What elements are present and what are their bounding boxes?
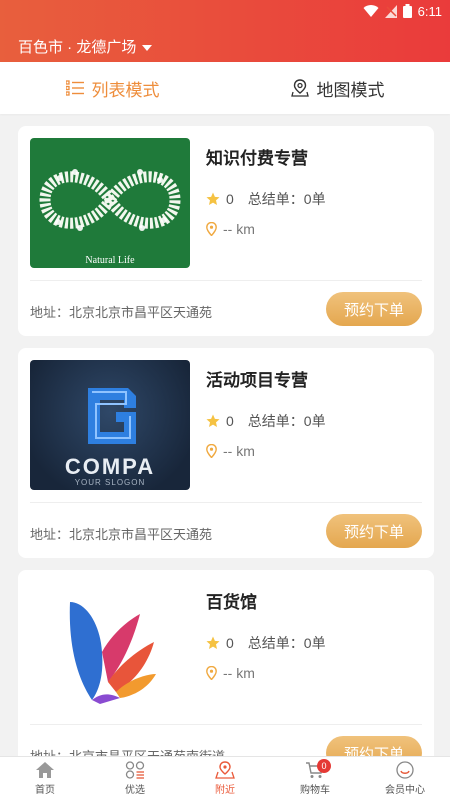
orders-label: 总结单： bbox=[247, 413, 304, 429]
store-rating: 0 bbox=[226, 635, 234, 651]
tab-map-mode[interactable]: 地图模式 bbox=[225, 62, 450, 114]
home-icon bbox=[36, 762, 54, 778]
tab-map-mode-label: 地图模式 bbox=[316, 80, 385, 100]
orders-count: 0单 bbox=[303, 413, 326, 429]
grid-icon bbox=[125, 761, 145, 779]
nav-item-member[interactable]: 会员中心 bbox=[360, 757, 450, 800]
member-icon bbox=[396, 761, 414, 779]
store-stats: 0 总结单： 0单 bbox=[206, 189, 326, 209]
store-card[interactable]: 百货馆 0 总结单： 0单 -- km 地址：北京市昌平区天通苑南街道 预约下单 bbox=[18, 570, 434, 780]
tab-list-mode-label: 列表模式 bbox=[91, 80, 160, 100]
store-stats: 0 总结单： 0单 bbox=[206, 633, 326, 653]
location-pin-icon bbox=[206, 666, 217, 680]
store-name: 百货馆 bbox=[206, 593, 257, 612]
cart-badge: 0 bbox=[317, 759, 331, 773]
nav-item-nearby[interactable]: 附近 bbox=[180, 757, 270, 800]
nav-label-featured: 优选 bbox=[125, 785, 145, 796]
nav-item-featured[interactable]: 优选 bbox=[90, 757, 180, 800]
status-bar: 6:11 bbox=[363, 2, 442, 20]
location-pin-icon bbox=[206, 444, 217, 458]
nav-label-member: 会员中心 bbox=[385, 785, 425, 796]
store-image-subcaption: YOUR SLOGON bbox=[74, 478, 146, 487]
battery-icon bbox=[402, 4, 412, 18]
store-distance: -- km bbox=[206, 665, 255, 681]
store-rating: 0 bbox=[226, 191, 234, 207]
nav-label-cart: 购物车 bbox=[300, 785, 330, 796]
distance-value: -- km bbox=[223, 443, 255, 459]
store-card[interactable]: Natural Life 知识付费专营 0 总结单： 0单 -- km 地址：北… bbox=[18, 126, 434, 336]
card-divider bbox=[30, 502, 422, 503]
store-list: Natural Life 知识付费专营 0 总结单： 0单 -- km 地址：北… bbox=[18, 126, 434, 792]
tab-list-mode[interactable]: 列表模式 bbox=[0, 62, 225, 114]
store-distance: -- km bbox=[206, 443, 255, 459]
nav-item-home[interactable]: 首页 bbox=[0, 757, 90, 800]
store-rating: 0 bbox=[226, 413, 234, 429]
orders-count: 0单 bbox=[303, 635, 326, 651]
bottom-nav: 首页 优选 附近 0 购物车 会员中心 bbox=[0, 756, 450, 800]
book-order-button[interactable]: 预约下单 bbox=[326, 514, 422, 548]
store-address: 地址：北京北京市昌平区天通苑 bbox=[30, 305, 213, 320]
book-order-button[interactable]: 预约下单 bbox=[326, 292, 422, 326]
location-selector[interactable]: 百色市 · 龙德广场 bbox=[18, 36, 153, 57]
star-icon bbox=[206, 192, 220, 205]
signal-off-icon bbox=[384, 4, 397, 18]
orders-label: 总结单： bbox=[247, 635, 304, 651]
star-icon bbox=[206, 636, 220, 649]
view-mode-tabs: 列表模式 地图模式 bbox=[0, 62, 450, 114]
location-pin-icon bbox=[206, 222, 217, 236]
store-image: COMPA YOUR SLOGON bbox=[30, 360, 190, 490]
store-image: Natural Life bbox=[30, 138, 190, 268]
card-divider bbox=[30, 724, 422, 725]
store-image bbox=[30, 582, 190, 712]
chevron-down-icon bbox=[142, 44, 153, 51]
star-icon bbox=[206, 414, 220, 427]
list-icon bbox=[65, 80, 84, 96]
store-stats: 0 总结单： 0单 bbox=[206, 411, 326, 431]
wifi-icon bbox=[363, 4, 379, 17]
orders-count: 0单 bbox=[303, 191, 326, 207]
nav-label-nearby: 附近 bbox=[215, 785, 235, 796]
store-card[interactable]: COMPA YOUR SLOGON 活动项目专营 0 总结单： 0单 -- km… bbox=[18, 348, 434, 558]
store-distance: -- km bbox=[206, 221, 255, 237]
location-icon bbox=[215, 761, 235, 779]
app-header: 6:11 百色市 · 龙德广场 bbox=[0, 0, 450, 62]
location-label: 百色市 · 龙德广场 bbox=[18, 39, 137, 56]
store-image-caption: COMPA bbox=[64, 454, 156, 479]
status-time: 6:11 bbox=[417, 3, 442, 19]
card-divider bbox=[30, 280, 422, 281]
store-address: 地址：北京北京市昌平区天通苑 bbox=[30, 527, 213, 542]
nav-label-home: 首页 bbox=[35, 785, 55, 796]
distance-value: -- km bbox=[223, 665, 255, 681]
store-name: 活动项目专营 bbox=[206, 371, 308, 390]
nav-item-cart[interactable]: 0 购物车 bbox=[270, 757, 360, 800]
store-image-caption: Natural Life bbox=[85, 255, 135, 266]
orders-label: 总结单： bbox=[247, 191, 304, 207]
distance-value: -- km bbox=[223, 221, 255, 237]
store-name: 知识付费专营 bbox=[206, 149, 308, 168]
map-pin-icon bbox=[290, 79, 309, 97]
